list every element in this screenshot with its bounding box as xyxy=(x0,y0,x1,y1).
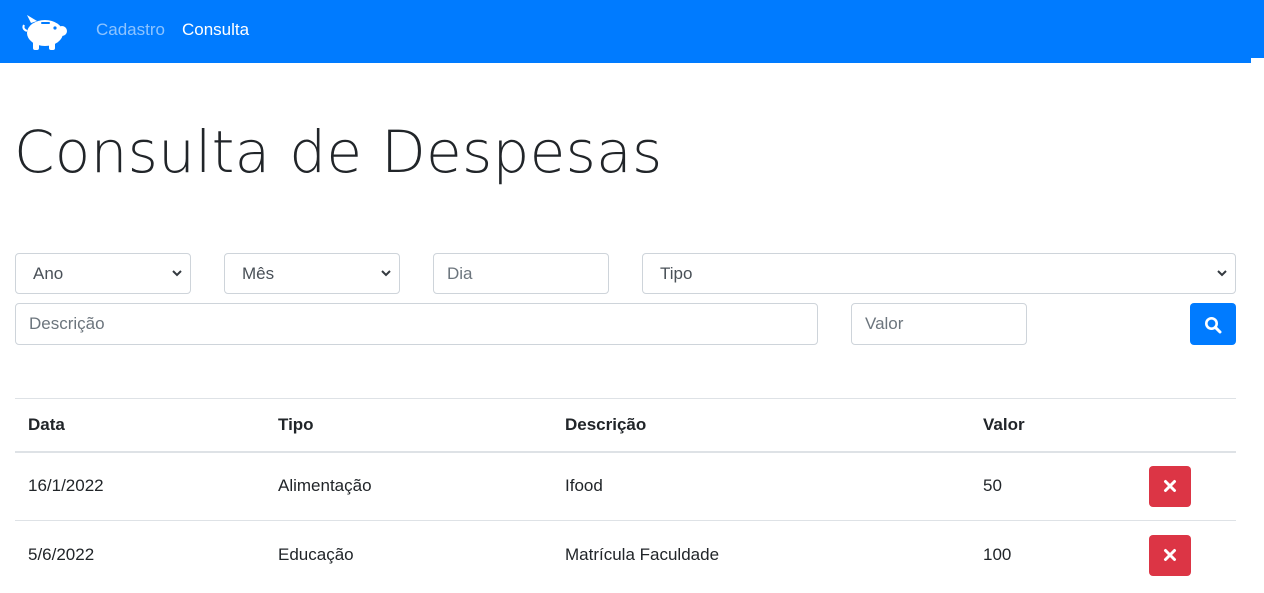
table-header-row: Data Tipo Descrição Valor xyxy=(15,398,1236,452)
close-icon xyxy=(1164,479,1176,492)
search-button[interactable] xyxy=(1190,303,1236,345)
ano-select[interactable]: Ano xyxy=(15,253,191,294)
nav-link-cadastro[interactable]: Cadastro xyxy=(96,20,165,40)
delete-button[interactable] xyxy=(1149,465,1191,507)
chevron-down-icon xyxy=(381,270,391,277)
header-valor: Valor xyxy=(983,414,1025,434)
valor-input[interactable] xyxy=(851,303,1027,345)
cell-actions xyxy=(1136,452,1236,521)
header-data: Data xyxy=(28,414,65,434)
cell-valor: 50 xyxy=(983,476,1002,496)
close-icon xyxy=(1164,548,1176,561)
cell-descricao: Matrícula Faculdade xyxy=(565,545,720,565)
dia-input[interactable] xyxy=(433,253,609,294)
cell-tipo: Educação xyxy=(278,545,354,565)
header-descricao: Descrição xyxy=(565,414,647,434)
page-title: Consulta de Despesas xyxy=(14,118,663,186)
piggy-bank-icon[interactable] xyxy=(21,11,69,53)
header-tipo: Tipo xyxy=(278,414,314,434)
chevron-down-icon xyxy=(172,270,182,277)
delete-button[interactable] xyxy=(1149,534,1191,576)
navbar-edge xyxy=(1251,0,1264,58)
mes-select-value: Mês xyxy=(242,264,275,283)
cell-descricao: Ifood xyxy=(565,476,603,496)
table-row: 5/6/2022 Educação Matrícula Faculdade 10… xyxy=(15,521,1236,590)
tipo-select-value: Tipo xyxy=(660,264,693,283)
cell-data: 5/6/2022 xyxy=(28,545,95,565)
header-actions xyxy=(1136,399,1236,452)
ano-select-value: Ano xyxy=(33,264,64,283)
tipo-select[interactable]: Tipo xyxy=(642,253,1236,294)
search-icon xyxy=(1205,317,1222,334)
mes-select[interactable]: Mês xyxy=(224,253,400,294)
cell-actions xyxy=(1136,521,1236,590)
expenses-table: Data Tipo Descrição Valor 16/1/2022 Alim… xyxy=(15,398,1236,590)
chevron-down-icon xyxy=(1217,270,1227,277)
cell-data: 16/1/2022 xyxy=(28,476,104,496)
table-row: 16/1/2022 Alimentação Ifood 50 xyxy=(15,452,1236,521)
nav-link-consulta[interactable]: Consulta xyxy=(182,20,249,40)
top-navbar: Cadastro Consulta xyxy=(0,0,1251,63)
cell-tipo: Alimentação xyxy=(278,476,372,496)
descricao-input[interactable] xyxy=(15,303,818,345)
cell-valor: 100 xyxy=(983,545,1012,565)
